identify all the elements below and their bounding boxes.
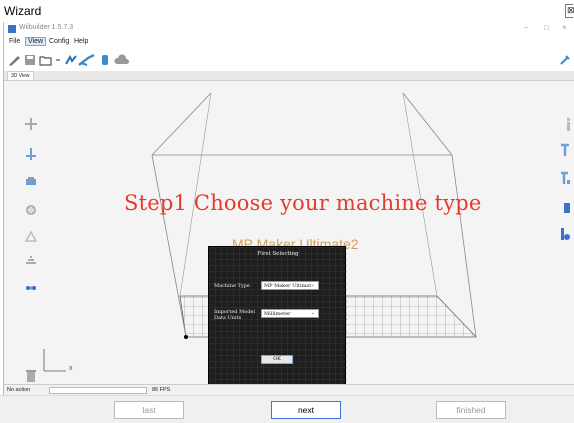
tab-bar: 3D View	[4, 71, 574, 81]
machine-type-value: MP Maker Ultimat	[264, 283, 312, 289]
step-instruction: Step1 Choose your machine type	[124, 191, 482, 215]
arrow-icon[interactable]	[54, 54, 62, 66]
wizard-titlebar: Wizard ⊠	[0, 0, 574, 22]
status-bar: No action 86 FPS	[4, 384, 574, 395]
text-icon[interactable]	[560, 143, 570, 157]
support-icon[interactable]	[24, 281, 38, 295]
info-icon[interactable]	[563, 117, 573, 131]
menu-view[interactable]: View	[25, 37, 47, 46]
delete-icon[interactable]	[24, 369, 38, 383]
first-selecting-dialog: First Selecting Machine Type MP Maker Ul…	[208, 246, 347, 384]
close-icon[interactable]: ⊠	[565, 4, 574, 18]
column-icon[interactable]	[560, 227, 570, 241]
wizard-title: Wizard	[4, 4, 42, 18]
model-units-value: Millimeter	[264, 311, 291, 317]
tool-icon[interactable]	[64, 54, 78, 66]
model-units-select[interactable]: Millimeter ⌄	[261, 309, 319, 318]
pencil-icon[interactable]	[7, 54, 21, 66]
menu-file[interactable]: File	[9, 38, 20, 45]
rotate-icon[interactable]	[24, 203, 38, 217]
app-titlebar: Wiibuilder 1.5.7.3 – □ ×	[4, 22, 574, 36]
app-title: Wiibuilder 1.5.7.3	[19, 24, 74, 31]
axis-move-icon[interactable]	[24, 147, 38, 161]
model-units-label-2: Data Units	[214, 315, 242, 321]
machine-type-select[interactable]: MP Maker Ultimat ⌄	[261, 281, 319, 290]
left-toolbar	[24, 81, 42, 384]
cloud-icon[interactable]	[114, 54, 130, 66]
save-icon[interactable]	[24, 54, 36, 66]
axis-x-label: x	[69, 365, 73, 372]
chevron-down-icon: ⌄	[310, 282, 315, 288]
tab-3d-view[interactable]: 3D View	[7, 71, 34, 80]
text-small-icon[interactable]	[560, 171, 570, 185]
chevron-down-icon: ⌄	[310, 310, 315, 316]
model-icon[interactable]	[78, 54, 96, 66]
block-icon[interactable]	[562, 201, 572, 215]
wizard-footer: last next finished	[0, 395, 574, 423]
open-folder-icon[interactable]	[39, 54, 53, 66]
progress-bar	[49, 387, 147, 394]
wrench-icon[interactable]	[100, 54, 110, 66]
app-logo-icon	[8, 25, 16, 33]
machine-type-label: Machine Type	[214, 283, 250, 289]
fps-counter: 86 FPS	[152, 387, 171, 393]
layer-icon[interactable]	[24, 253, 38, 267]
move-icon[interactable]	[24, 117, 38, 131]
status-action: No action	[7, 387, 31, 393]
last-button[interactable]: last	[114, 401, 184, 419]
3d-viewport[interactable]: MP Maker Ultimate2 x Step1 Choose your m…	[4, 81, 574, 384]
print-icon[interactable]	[24, 175, 38, 189]
next-button[interactable]: next	[271, 401, 341, 419]
maximize-button[interactable]: □	[544, 23, 549, 32]
menu-help[interactable]: Help	[74, 38, 88, 45]
menu-config[interactable]: Config	[49, 38, 69, 45]
finished-button[interactable]: finished	[436, 401, 506, 419]
app-close-button[interactable]: ×	[562, 23, 567, 32]
minimize-button[interactable]: –	[524, 23, 528, 32]
menubar: File View Config Help	[4, 36, 574, 49]
settings-icon[interactable]	[559, 54, 571, 66]
toolbar	[4, 49, 574, 71]
dialog-title: First Selecting	[257, 251, 299, 257]
app-window: Wiibuilder 1.5.7.3 – □ × File View Confi…	[3, 22, 574, 395]
scale-icon[interactable]	[24, 229, 38, 243]
ok-button[interactable]: OK	[261, 355, 293, 364]
